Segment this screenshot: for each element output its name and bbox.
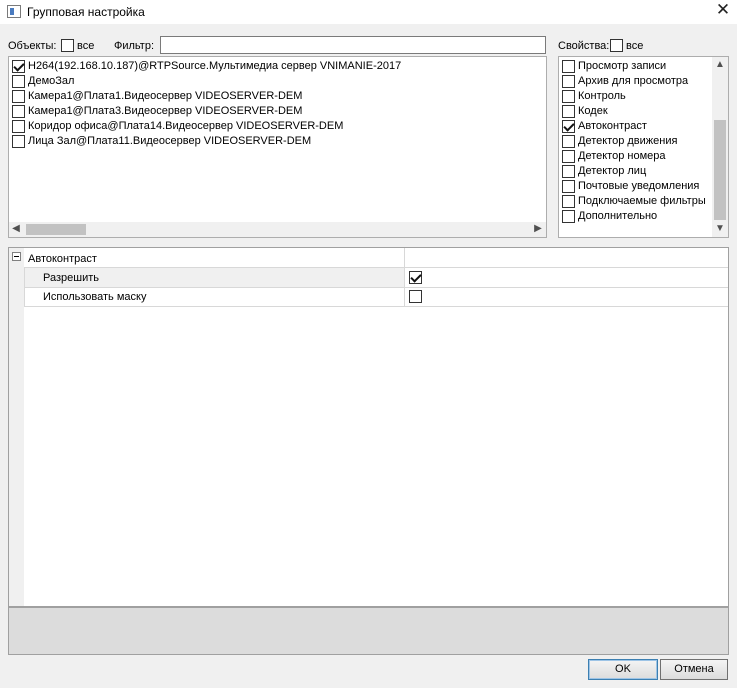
cancel-button[interactable]: Отмена (660, 659, 728, 680)
collapse-icon[interactable] (12, 252, 21, 261)
item-checkbox[interactable] (562, 75, 575, 88)
property-grid-gutter (9, 248, 24, 606)
grid-property-checkbox[interactable] (409, 271, 422, 284)
objects-all-label: все (77, 40, 95, 52)
grid-property-checkbox[interactable] (409, 290, 422, 303)
scroll-left-icon[interactable]: ◀ (10, 223, 22, 234)
item-checkbox[interactable] (562, 60, 575, 73)
item-label: Кодек (578, 105, 608, 117)
description-panel (8, 607, 729, 655)
item-checkbox[interactable] (12, 75, 25, 88)
objects-horizontal-scrollbar[interactable] (9, 222, 546, 237)
scroll-right-icon[interactable]: ▶ (532, 223, 544, 234)
item-label: Архив для просмотра (578, 75, 689, 87)
properties-all-label: все (626, 40, 644, 52)
item-checkbox[interactable] (12, 105, 25, 118)
properties-label: Свойства: (558, 40, 610, 52)
item-checkbox[interactable] (562, 105, 575, 118)
filter-input[interactable] (160, 36, 546, 54)
item-checkbox[interactable] (12, 90, 25, 103)
item-label: Камера1@Плата3.Видеосервер VIDEOSERVER-D… (28, 105, 303, 117)
item-label: Детектор лиц (578, 165, 647, 177)
item-checkbox[interactable] (562, 150, 575, 163)
item-checkbox[interactable] (562, 165, 575, 178)
item-label: Камера1@Плата1.Видеосервер VIDEOSERVER-D… (28, 90, 303, 102)
item-label: Подключаемые фильтры (578, 195, 706, 207)
item-checkbox[interactable] (562, 180, 575, 193)
item-checkbox[interactable] (12, 60, 25, 73)
item-label: Контроль (578, 90, 626, 102)
item-label: Детектор движения (578, 135, 678, 147)
scroll-up-icon[interactable]: ▲ (714, 59, 726, 70)
scrollbar-thumb[interactable] (26, 224, 86, 235)
item-checkbox[interactable] (562, 210, 575, 223)
grid-line (24, 268, 25, 307)
window-title: Групповая настройка (27, 5, 145, 19)
scroll-down-icon[interactable]: ▼ (714, 223, 726, 234)
grid-line (24, 306, 728, 307)
item-label: Почтовые уведомления (578, 180, 700, 192)
item-label: Коридор офиса@Плата14.Видеосервер VIDEOS… (28, 120, 344, 132)
app-icon (7, 5, 21, 18)
item-label: Детектор номера (578, 150, 666, 162)
objects-label: Объекты: (8, 40, 57, 52)
objects-all-checkbox[interactable] (61, 39, 74, 52)
ok-button[interactable]: OK (588, 659, 658, 680)
scrollbar-thumb[interactable] (714, 120, 726, 220)
close-button[interactable]: ✕ (708, 0, 737, 22)
grid-property-name: Разрешить (43, 272, 99, 284)
grid-category-label: Автоконтраст (28, 253, 97, 265)
item-checkbox[interactable] (562, 135, 575, 148)
item-label: H264(192.168.10.187)@RTPSource.Мультимед… (28, 60, 402, 72)
item-label: Автоконтраст (578, 120, 647, 132)
objects-list[interactable]: H264(192.168.10.187)@RTPSource.Мультимед… (8, 56, 547, 238)
item-label: Просмотр записи (578, 60, 667, 72)
properties-all-checkbox[interactable] (610, 39, 623, 52)
grid-line (404, 248, 405, 307)
item-checkbox[interactable] (12, 120, 25, 133)
item-label: ДемоЗал (28, 75, 75, 87)
item-checkbox[interactable] (562, 90, 575, 103)
grid-line (24, 287, 728, 288)
properties-list[interactable]: Просмотр записи Архив для просмотра Конт… (558, 56, 729, 238)
item-label: Лица Зал@Плата11.Видеосервер VIDEOSERVER… (28, 135, 312, 147)
filter-label: Фильтр: (114, 40, 155, 52)
item-label: Дополнительно (578, 210, 658, 222)
item-checkbox[interactable] (12, 135, 25, 148)
item-checkbox[interactable] (562, 195, 575, 208)
grid-property-name: Использовать маску (43, 291, 147, 303)
item-checkbox[interactable] (562, 120, 575, 133)
